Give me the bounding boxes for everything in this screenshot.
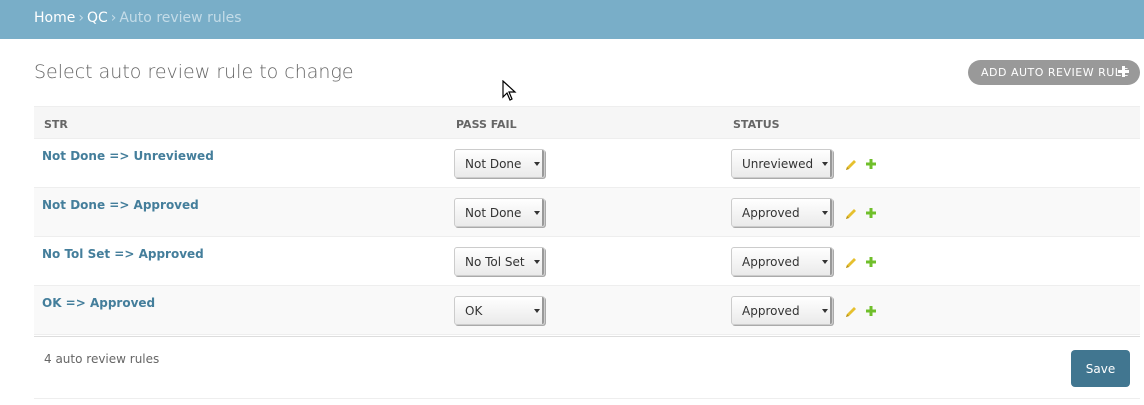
pencil-icon[interactable] <box>844 305 858 319</box>
column-header-pass-fail[interactable]: PASS FAIL <box>456 118 517 131</box>
pencil-icon[interactable] <box>844 256 858 270</box>
status-select[interactable]: Approved <box>731 296 833 325</box>
pencil-icon[interactable] <box>844 207 858 221</box>
pass-fail-value: OK <box>465 304 483 318</box>
dropdown-caret-icon <box>534 260 540 264</box>
rule-link[interactable]: No Tol Set => Approved <box>42 247 204 261</box>
mouse-cursor-icon <box>502 80 517 101</box>
table-row: Not Done => Unreviewed Not Done Unreview… <box>34 139 1140 188</box>
status-select[interactable]: Approved <box>731 247 833 276</box>
table-row: OK => Approved OK Approved <box>34 286 1140 335</box>
status-value: Approved <box>742 255 800 269</box>
changelist-footer: 4 auto review rules Save <box>34 336 1140 399</box>
plus-icon[interactable] <box>864 206 878 220</box>
pass-fail-select[interactable]: No Tol Set <box>454 247 545 276</box>
rule-link[interactable]: OK => Approved <box>42 296 155 310</box>
table-header: STR PASS FAIL STATUS <box>34 106 1140 139</box>
plus-icon <box>1117 65 1131 79</box>
breadcrumb-separator: › <box>110 10 117 26</box>
plus-icon[interactable] <box>864 304 878 318</box>
breadcrumb-home[interactable]: Home <box>34 10 75 26</box>
table-row: Not Done => Approved Not Done Approved <box>34 188 1140 237</box>
dropdown-caret-icon <box>534 162 540 166</box>
add-auto-review-rule-button[interactable]: ADD AUTO REVIEW RULE <box>968 60 1140 85</box>
breadcrumb: Home › QC › Auto review rules <box>0 0 1144 39</box>
save-button[interactable]: Save <box>1071 350 1130 387</box>
pass-fail-value: Not Done <box>465 157 522 171</box>
rule-link[interactable]: Not Done => Approved <box>42 198 199 212</box>
pass-fail-select[interactable]: OK <box>454 296 545 325</box>
pass-fail-value: No Tol Set <box>465 255 525 269</box>
dropdown-caret-icon <box>822 260 828 264</box>
dropdown-caret-icon <box>822 211 828 215</box>
breadcrumb-current: Auto review rules <box>119 10 242 26</box>
table-row: No Tol Set => Approved No Tol Set Approv… <box>34 237 1140 286</box>
pass-fail-value: Not Done <box>465 206 522 220</box>
plus-icon[interactable] <box>864 255 878 269</box>
breadcrumb-separator: › <box>78 10 84 26</box>
add-button-label: ADD AUTO REVIEW RULE <box>981 66 1129 79</box>
status-value: Approved <box>742 304 800 318</box>
dropdown-caret-icon <box>822 162 828 166</box>
pass-fail-select[interactable]: Not Done <box>454 198 545 227</box>
pencil-icon[interactable] <box>844 158 858 172</box>
dropdown-caret-icon <box>822 309 828 313</box>
dropdown-caret-icon <box>534 211 540 215</box>
results-table: STR PASS FAIL STATUS Not Done => Unrevie… <box>34 106 1140 335</box>
rule-link[interactable]: Not Done => Unreviewed <box>42 149 214 163</box>
result-count: 4 auto review rules <box>44 352 160 366</box>
status-select[interactable]: Unreviewed <box>731 149 833 178</box>
status-value: Approved <box>742 206 800 220</box>
breadcrumb-qc[interactable]: QC <box>87 10 108 26</box>
pass-fail-select[interactable]: Not Done <box>454 149 545 178</box>
column-header-str[interactable]: STR <box>44 118 68 131</box>
page-title: Select auto review rule to change <box>34 61 354 83</box>
dropdown-caret-icon <box>534 309 540 313</box>
column-header-status[interactable]: STATUS <box>733 118 780 131</box>
status-select[interactable]: Approved <box>731 198 833 227</box>
plus-icon[interactable] <box>864 157 878 171</box>
status-value: Unreviewed <box>742 157 814 171</box>
